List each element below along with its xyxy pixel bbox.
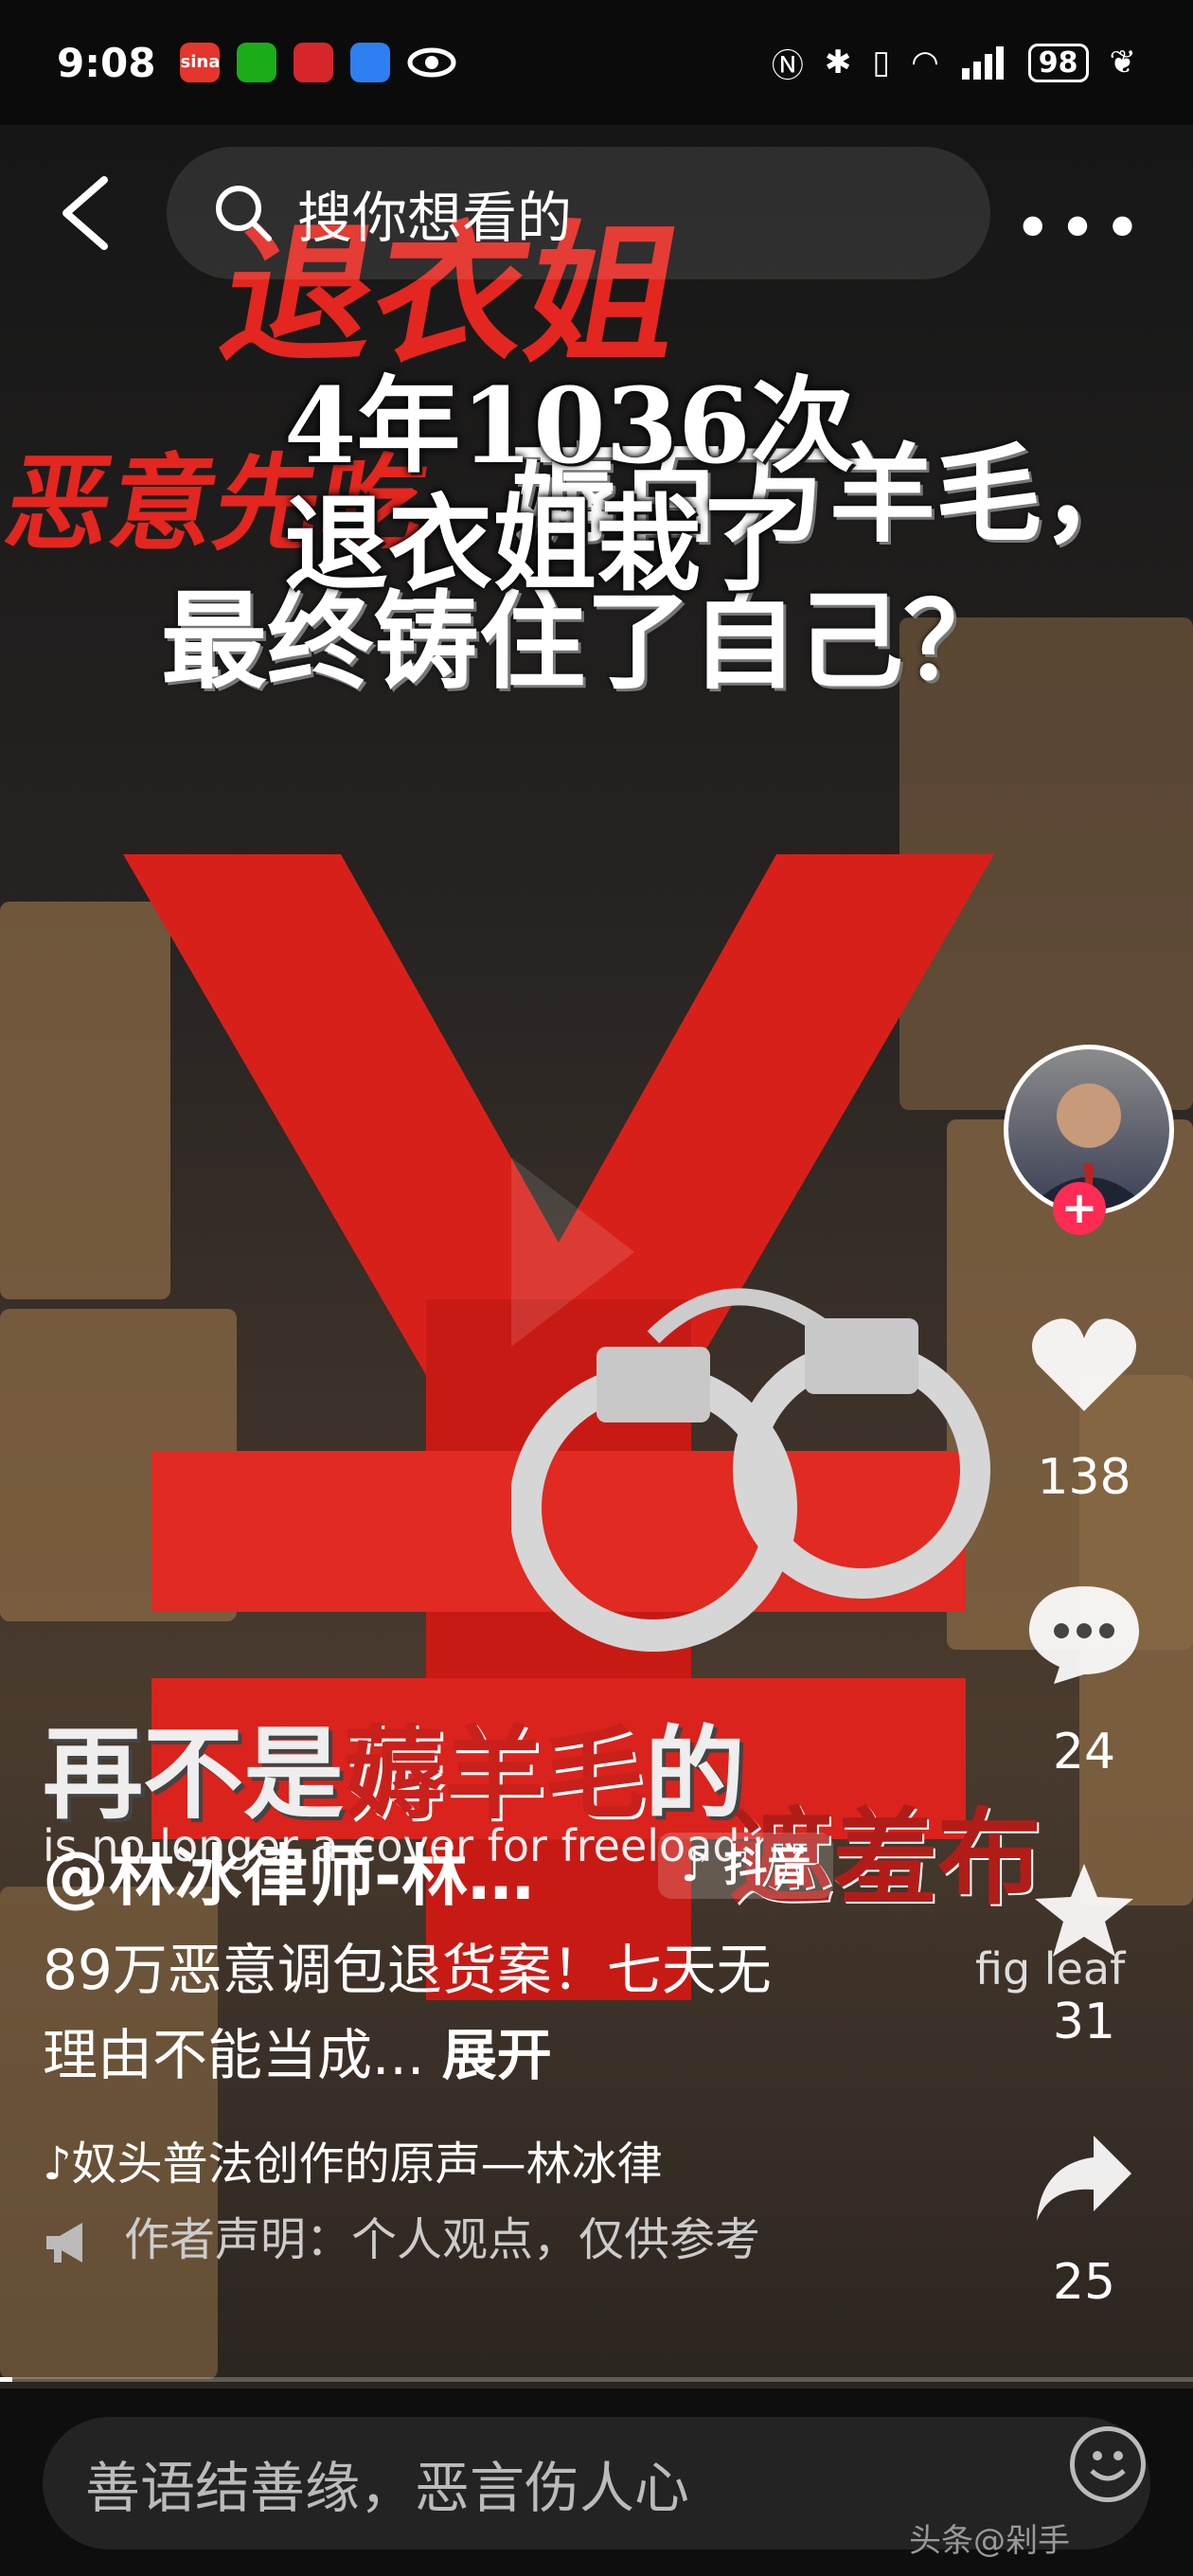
sina-app-icon: sina	[180, 43, 221, 82]
status-time: 9:08	[57, 39, 156, 86]
status-indicators: Ⓝ ✱ ▯ ◠ 98 ❦	[772, 40, 1136, 86]
watermark: 头条@剁手	[909, 2522, 1070, 2560]
share-count: 25	[1052, 2254, 1116, 2311]
battery-indicator: 98	[1027, 43, 1089, 82]
vibrate-icon: ▯	[872, 44, 891, 81]
comment-icon[interactable]	[1025, 1582, 1143, 1686]
nfc-icon: Ⓝ	[771, 46, 804, 85]
douyin-badge-label: 抖音	[723, 1840, 811, 1891]
search-bar[interactable]: 搜你想看的	[167, 147, 990, 279]
douyin-badge[interactable]: ♪ 抖音	[658, 1833, 834, 1899]
search-placeholder: 搜你想看的	[297, 186, 573, 250]
bluetooth-icon: ✱	[824, 44, 852, 81]
music-title: 奴头普法创作的原声—林冰律	[71, 2138, 663, 2191]
wechat-app-icon	[237, 43, 277, 82]
status-app-icons: sina	[180, 43, 456, 82]
video-progress-bar[interactable]	[0, 2377, 1193, 2382]
comment-count: 24	[1052, 1724, 1116, 1780]
author-name[interactable]: @林冰律师-林…	[43, 1823, 534, 1919]
search-icon	[216, 186, 272, 242]
author-declaration: 作者声明：个人观点，仅供参考	[43, 2211, 857, 2268]
more-options-button[interactable]: •••	[1013, 189, 1148, 267]
browser-app-icon	[350, 43, 391, 82]
subtitle-cn-part2: 薅羊毛	[344, 1716, 645, 1833]
subtitle-cn: 再不是薅羊毛的	[43, 1692, 745, 1838]
expand-button[interactable]: 展开	[442, 2023, 552, 2087]
favorite-star-icon[interactable]	[1032, 1861, 1136, 1960]
status-bar: 9:08 sina Ⓝ ✱ ▯ ◠ 98 ❦	[0, 0, 1193, 125]
shopping-app-icon	[294, 43, 334, 82]
video-description-text: 89万恶意调包退货案！七天无理由不能当成...	[43, 1938, 772, 2087]
music-note-icon: ♪	[681, 1840, 709, 1891]
declaration-text: 作者声明：个人观点，仅供参考	[124, 2213, 761, 2266]
overlay-title: 4年1036次 退衣姐栽了	[284, 367, 855, 603]
overlay-title-line2: 退衣姐栽了	[284, 483, 805, 605]
smiley-face	[1090, 2451, 1126, 2481]
like-count: 138	[1037, 1449, 1131, 1506]
back-arrow-icon	[62, 176, 108, 250]
emoji-icon[interactable]	[1070, 2426, 1146, 2502]
video-progress-fill	[0, 2377, 12, 2382]
eye-icon	[407, 47, 456, 78]
follow-button[interactable]: +	[1053, 1182, 1106, 1235]
like-icon[interactable]	[1027, 1312, 1141, 1416]
signal-icon	[961, 46, 1004, 80]
wifi-icon: ◠	[911, 44, 939, 81]
subtitle-cn-part1: 再不是	[43, 1716, 344, 1833]
leaf-icon: ❦	[1109, 44, 1137, 81]
comment-placeholder: 善语结善缘，恶言伤人心	[85, 2456, 690, 2520]
video-description[interactable]: 89万恶意调包退货案！七天无理由不能当成... 展开	[43, 1927, 819, 2098]
handcuffs-graphic	[511, 1288, 990, 1652]
back-button[interactable]	[52, 170, 128, 256]
music-info[interactable]: ♪奴头普法创作的原声—林冰律	[43, 2126, 663, 2192]
megaphone-icon	[46, 2223, 82, 2263]
share-arrow-icon[interactable]	[1032, 2131, 1136, 2226]
music-note-icon: ♪	[43, 2138, 72, 2191]
overlay-title-line1: 4年1036次	[284, 365, 855, 487]
favorite-count: 31	[1052, 1994, 1116, 2050]
